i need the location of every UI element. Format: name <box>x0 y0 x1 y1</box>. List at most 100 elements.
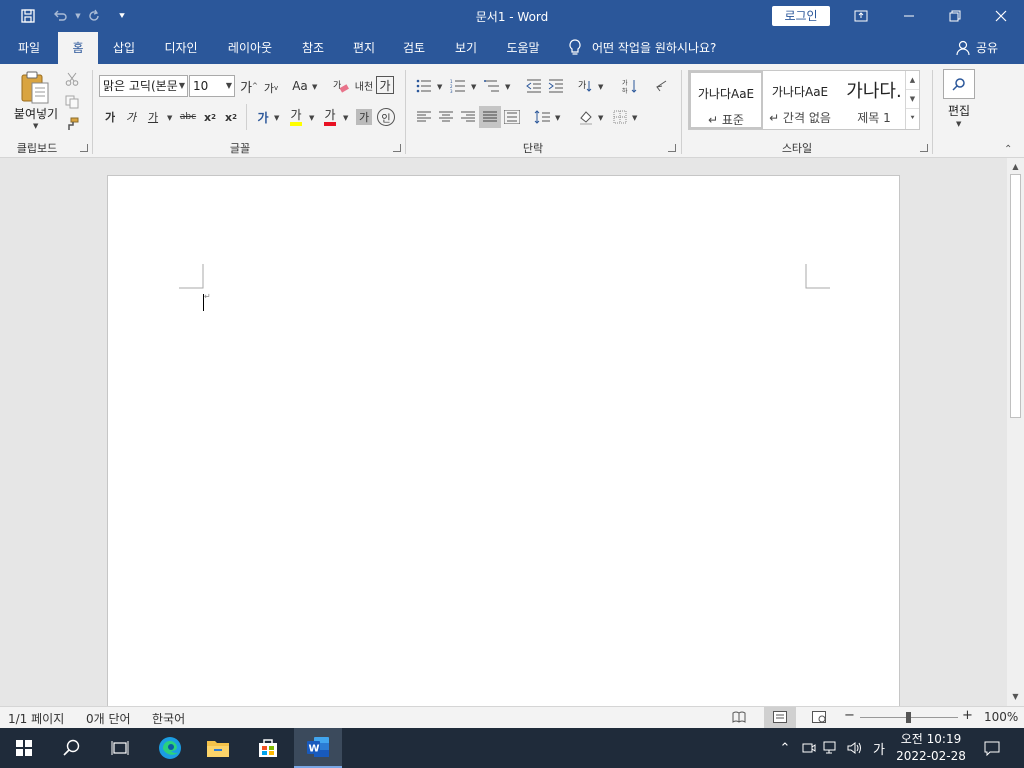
highlight-dropdown-icon[interactable]: ▼ <box>309 114 314 122</box>
store-icon[interactable] <box>244 728 292 768</box>
tell-me-search[interactable]: 어떤 작업을 원하시나요? <box>568 32 716 64</box>
vertical-scrollbar[interactable]: ▲ ▼ <box>1007 158 1024 706</box>
paste-dropdown-icon[interactable]: ▼ <box>33 122 38 130</box>
search-icon[interactable] <box>943 69 975 99</box>
numbering-dropdown-icon[interactable]: ▼ <box>471 83 476 91</box>
ime-indicator[interactable]: 가 <box>868 728 890 768</box>
search-taskbar-icon[interactable] <box>48 728 96 768</box>
word-taskbar-icon[interactable]: W <box>294 728 342 768</box>
tab-references[interactable]: 참조 <box>290 32 336 64</box>
editing-dropdown-icon[interactable]: ▼ <box>956 120 961 128</box>
styles-scroll-up-icon[interactable]: ▲ <box>906 71 919 90</box>
font-name-dropdown-icon[interactable]: ▼ <box>179 76 185 96</box>
tab-layout[interactable]: 레이아웃 <box>218 32 282 64</box>
phonetic-guide-icon[interactable]: 내천 <box>354 74 374 96</box>
clipboard-launcher-icon[interactable] <box>80 144 88 152</box>
collapse-ribbon-icon[interactable]: ⌃ <box>1004 144 1012 155</box>
align-left-icon[interactable] <box>414 107 434 127</box>
line-spacing-dropdown-icon[interactable]: ▼ <box>555 114 560 122</box>
styles-more-icon[interactable]: ⯆ <box>906 109 919 128</box>
minimize-icon[interactable] <box>886 0 932 32</box>
network-icon[interactable] <box>820 728 842 768</box>
scroll-up-icon[interactable]: ▲ <box>1007 160 1024 174</box>
font-color-icon[interactable]: 가 <box>320 107 340 127</box>
print-layout-button[interactable] <box>764 707 796 728</box>
distributed-icon[interactable] <box>502 107 522 127</box>
ribbon-display-options-icon[interactable] <box>838 0 884 32</box>
tab-help[interactable]: 도움말 <box>496 32 550 64</box>
zoom-in-button[interactable]: + <box>962 708 973 723</box>
web-layout-icon[interactable] <box>812 711 826 723</box>
show-paragraph-marks-icon[interactable] <box>652 76 670 96</box>
change-case-icon[interactable]: Aa <box>290 76 310 96</box>
restore-icon[interactable] <box>932 0 978 32</box>
zoom-level[interactable]: 100% <box>984 710 1018 724</box>
zoom-slider-thumb[interactable] <box>906 712 911 723</box>
clock[interactable]: 오전 10:19 2022-02-28 <box>896 731 966 765</box>
line-spacing-icon[interactable] <box>532 107 552 127</box>
word-count[interactable]: 0개 단어 <box>86 710 131 727</box>
login-button[interactable]: 로그인 <box>772 6 830 26</box>
format-painter-icon[interactable] <box>62 115 82 133</box>
shading-dropdown-icon[interactable]: ▼ <box>598 114 603 122</box>
task-view-icon[interactable] <box>96 728 144 768</box>
paste-icon[interactable] <box>12 68 58 108</box>
style-normal[interactable]: 가나다AaE ↵ 표준 <box>689 71 763 129</box>
font-color-dropdown-icon[interactable]: ▼ <box>343 114 348 122</box>
cut-icon[interactable] <box>62 70 82 88</box>
read-mode-icon[interactable] <box>732 711 746 723</box>
show-hidden-icons-icon[interactable]: ⌃ <box>774 728 796 768</box>
character-shading-icon[interactable]: 가 <box>356 109 372 125</box>
sort-icon[interactable]: 가하 <box>620 76 640 96</box>
font-name-combo[interactable]: 맑은 고딕(본문 ▼ <box>99 75 188 97</box>
superscript-button[interactable]: x2 <box>222 107 240 127</box>
subscript-button[interactable]: x2 <box>201 107 219 127</box>
scrollbar-thumb[interactable] <box>1010 174 1021 418</box>
underline-dropdown-icon[interactable]: ▼ <box>167 114 172 122</box>
tab-file[interactable]: 파일 <box>6 32 52 64</box>
underline-button[interactable]: 가 <box>145 107 161 127</box>
language-indicator[interactable]: 한국어 <box>152 710 185 727</box>
page-count[interactable]: 1/1 페이지 <box>8 710 64 727</box>
justify-icon[interactable] <box>479 106 501 128</box>
volume-icon[interactable] <box>844 728 866 768</box>
multilevel-dropdown-icon[interactable]: ▼ <box>505 83 510 91</box>
tab-design[interactable]: 디자인 <box>152 32 210 64</box>
text-direction-dropdown-icon[interactable]: ▼ <box>598 83 603 91</box>
bold-button[interactable]: 가 <box>102 107 118 127</box>
align-center-icon[interactable] <box>436 107 456 127</box>
font-size-combo[interactable]: 10 ▼ <box>189 75 235 97</box>
tab-mailings[interactable]: 편지 <box>342 32 386 64</box>
share-button[interactable]: 공유 <box>956 32 998 64</box>
zoom-out-button[interactable]: − <box>844 708 855 723</box>
style-no-spacing[interactable]: 가나다AaE ↵ 간격 없음 <box>763 71 837 129</box>
tab-view[interactable]: 보기 <box>444 32 488 64</box>
text-effects-dropdown-icon[interactable]: ▼ <box>274 114 279 122</box>
styles-launcher-icon[interactable] <box>920 144 928 152</box>
italic-button[interactable]: 가 <box>123 107 139 127</box>
meet-now-icon[interactable] <box>798 728 820 768</box>
close-icon[interactable] <box>978 0 1024 32</box>
clear-formatting-icon[interactable]: 가 <box>332 76 350 96</box>
style-heading-1[interactable]: 가나다. 제목 1 <box>837 71 911 129</box>
numbering-icon[interactable]: 123 <box>448 76 468 96</box>
text-effects-icon[interactable]: 가 <box>254 107 272 127</box>
bullets-dropdown-icon[interactable]: ▼ <box>437 83 442 91</box>
borders-dropdown-icon[interactable]: ▼ <box>632 114 637 122</box>
scroll-down-icon[interactable]: ▼ <box>1007 690 1024 704</box>
bullets-icon[interactable] <box>414 76 434 96</box>
paragraph-launcher-icon[interactable] <box>668 144 676 152</box>
grow-font-icon[interactable]: 가 ^ <box>240 76 258 96</box>
start-icon[interactable] <box>0 728 48 768</box>
edge-icon[interactable] <box>146 728 194 768</box>
shrink-font-icon[interactable]: 가v <box>262 78 280 98</box>
font-size-dropdown-icon[interactable]: ▼ <box>226 76 232 96</box>
shading-icon[interactable] <box>576 107 596 127</box>
paste-button-label[interactable]: 붙여넣기 <box>10 105 62 122</box>
increase-indent-icon[interactable] <box>546 76 566 96</box>
change-case-dropdown-icon[interactable]: ▼ <box>312 83 317 91</box>
character-border-icon[interactable]: 가 <box>376 76 394 94</box>
text-direction-icon[interactable]: 가 <box>576 76 596 96</box>
notification-icon[interactable] <box>980 728 1004 768</box>
multilevel-list-icon[interactable] <box>482 76 502 96</box>
